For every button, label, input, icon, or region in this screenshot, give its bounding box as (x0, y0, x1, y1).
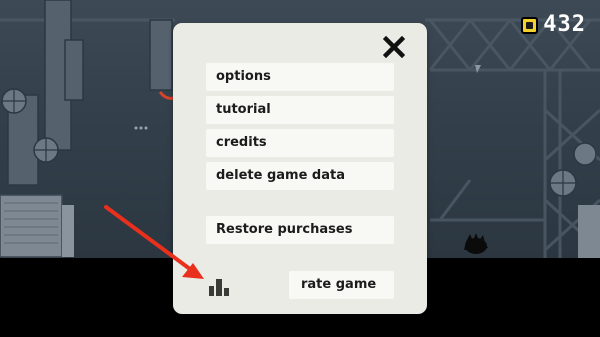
close-button[interactable] (383, 36, 405, 58)
coin-count: 432 (543, 12, 586, 37)
delete-game-data-button[interactable]: delete game data (206, 162, 394, 190)
coin-icon (521, 16, 539, 34)
credits-button[interactable]: credits (206, 129, 394, 157)
leaderboard-button[interactable] (208, 278, 232, 296)
options-button[interactable]: options (206, 63, 394, 91)
coin-counter: 432 (521, 14, 586, 36)
rate-game-button[interactable]: rate game (289, 271, 394, 299)
restore-purchases-button[interactable]: Restore purchases (206, 216, 394, 244)
leaderboard-icon (209, 279, 229, 296)
tutorial-button[interactable]: tutorial (206, 96, 394, 124)
close-icon (383, 36, 405, 58)
